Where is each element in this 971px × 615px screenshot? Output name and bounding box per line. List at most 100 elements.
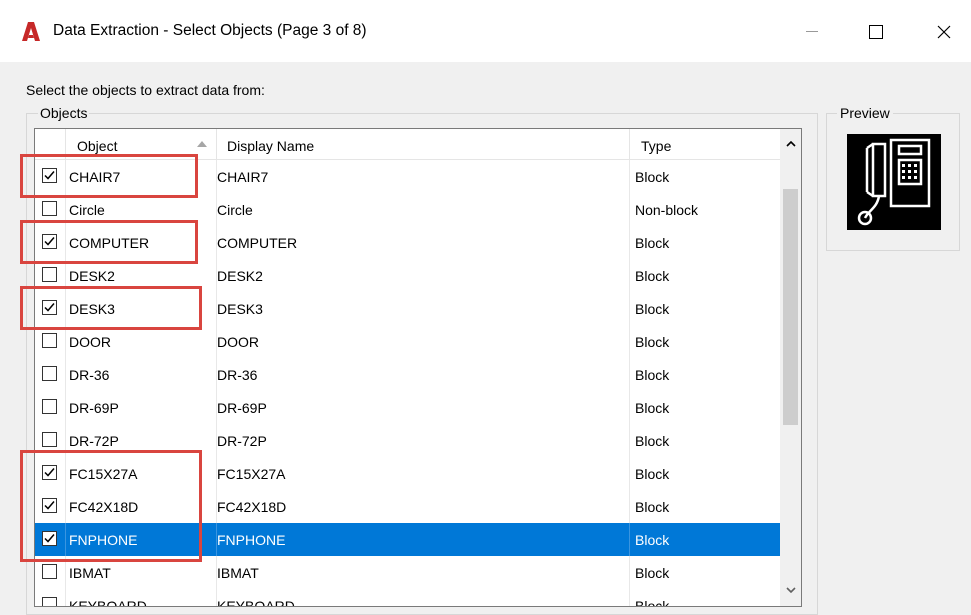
cell-object: FNPHONE bbox=[69, 532, 138, 548]
vertical-scrollbar[interactable] bbox=[780, 129, 801, 606]
column-divider bbox=[65, 226, 66, 259]
column-header-type[interactable]: Type bbox=[641, 129, 671, 159]
table-row[interactable]: FNPHONE FNPHONE Block bbox=[35, 523, 780, 556]
row-checkbox[interactable] bbox=[42, 465, 57, 480]
minimize-button[interactable] bbox=[792, 14, 832, 50]
column-header-display-name[interactable]: Display Name bbox=[227, 129, 314, 159]
table-row[interactable]: Circle Circle Non-block bbox=[35, 193, 780, 226]
column-divider bbox=[65, 556, 66, 589]
table-row[interactable]: DR-69P DR-69P Block bbox=[35, 391, 780, 424]
objects-group-label: Objects bbox=[38, 105, 90, 121]
cell-display-name: COMPUTER bbox=[217, 235, 298, 251]
column-divider bbox=[65, 391, 66, 424]
cell-object: KEYBOARD bbox=[69, 598, 147, 607]
column-divider bbox=[629, 193, 630, 226]
column-divider bbox=[65, 193, 66, 226]
cell-object: DR-36 bbox=[69, 367, 110, 383]
checkmark-icon bbox=[44, 303, 55, 312]
table-row[interactable]: FC15X27A FC15X27A Block bbox=[35, 457, 780, 490]
scroll-down-button[interactable] bbox=[780, 575, 801, 605]
column-divider bbox=[65, 589, 66, 606]
row-checkbox[interactable] bbox=[42, 432, 57, 447]
objects-list[interactable]: Object Display Name Type CHAIR7 CHAIR7 Blo… bbox=[34, 128, 802, 607]
table-row[interactable]: IBMAT IBMAT Block bbox=[35, 556, 780, 589]
row-checkbox[interactable] bbox=[42, 300, 57, 315]
table-row[interactable]: DESK2 DESK2 Block bbox=[35, 259, 780, 292]
row-checkbox[interactable] bbox=[42, 333, 57, 348]
close-button[interactable] bbox=[924, 14, 964, 50]
cell-object: DR-72P bbox=[69, 433, 119, 449]
cell-display-name: CHAIR7 bbox=[217, 169, 269, 185]
instruction-text: Select the objects to extract data from: bbox=[26, 82, 265, 98]
table-row[interactable]: CHAIR7 CHAIR7 Block bbox=[35, 160, 780, 193]
row-checkbox[interactable] bbox=[42, 531, 57, 546]
cell-display-name: KEYBOARD bbox=[217, 598, 295, 607]
row-checkbox[interactable] bbox=[42, 597, 57, 606]
row-checkbox[interactable] bbox=[42, 399, 57, 414]
scroll-thumb[interactable] bbox=[783, 189, 798, 425]
cell-object: COMPUTER bbox=[69, 235, 150, 251]
preview-group-label: Preview bbox=[837, 105, 893, 121]
row-checkbox[interactable] bbox=[42, 366, 57, 381]
cell-display-name: DESK2 bbox=[217, 268, 263, 284]
column-header-object[interactable]: Object bbox=[77, 129, 117, 159]
table-row[interactable]: COMPUTER COMPUTER Block bbox=[35, 226, 780, 259]
table-row[interactable]: KEYBOARD KEYBOARD Block bbox=[35, 589, 780, 607]
chevron-up-icon bbox=[785, 141, 796, 147]
cell-type: Block bbox=[635, 367, 670, 383]
table-row[interactable]: DESK3 DESK3 Block bbox=[35, 292, 780, 325]
cell-display-name: DR-72P bbox=[217, 433, 267, 449]
row-checkbox[interactable] bbox=[42, 498, 57, 513]
cell-object: FC42X18D bbox=[69, 499, 139, 515]
cell-display-name: FC42X18D bbox=[217, 499, 287, 515]
cell-object: DESK3 bbox=[69, 301, 115, 317]
cell-type: Block bbox=[635, 433, 670, 449]
cell-type: Block bbox=[635, 268, 670, 284]
column-divider bbox=[629, 424, 630, 457]
column-divider bbox=[65, 424, 66, 457]
cell-object: DOOR bbox=[69, 334, 111, 350]
column-divider bbox=[629, 259, 630, 292]
table-row[interactable]: DR-36 DR-36 Block bbox=[35, 358, 780, 391]
column-divider bbox=[629, 490, 630, 523]
column-divider bbox=[629, 358, 630, 391]
column-divider bbox=[629, 292, 630, 325]
scroll-up-button[interactable] bbox=[780, 129, 801, 159]
close-icon bbox=[937, 25, 951, 39]
cell-object: Circle bbox=[69, 202, 105, 218]
autocad-logo-icon bbox=[22, 22, 40, 41]
cell-object: IBMAT bbox=[69, 565, 111, 581]
cell-type: Block bbox=[635, 499, 670, 515]
column-divider bbox=[629, 391, 630, 424]
cell-display-name: Circle bbox=[217, 202, 253, 218]
title-bar: Data Extraction - Select Objects (Page 3… bbox=[0, 0, 971, 62]
cell-type: Block bbox=[635, 466, 670, 482]
column-divider bbox=[65, 160, 66, 193]
table-row[interactable]: FC42X18D FC42X18D Block bbox=[35, 490, 780, 523]
column-divider bbox=[629, 589, 630, 606]
column-divider bbox=[65, 259, 66, 292]
cell-type: Block bbox=[635, 598, 670, 607]
table-row[interactable]: DOOR DOOR Block bbox=[35, 325, 780, 358]
row-checkbox[interactable] bbox=[42, 201, 57, 216]
table-row[interactable]: DR-72P DR-72P Block bbox=[35, 424, 780, 457]
cell-type: Block bbox=[635, 400, 670, 416]
chevron-down-icon bbox=[785, 587, 796, 593]
row-checkbox[interactable] bbox=[42, 168, 57, 183]
maximize-button[interactable] bbox=[856, 14, 896, 50]
column-divider bbox=[65, 358, 66, 391]
row-checkbox[interactable] bbox=[42, 234, 57, 249]
cell-object: CHAIR7 bbox=[69, 169, 121, 185]
cell-display-name: FNPHONE bbox=[217, 532, 286, 548]
cell-type: Non-block bbox=[635, 202, 699, 218]
cell-type: Block bbox=[635, 565, 670, 581]
cell-type: Block bbox=[635, 334, 670, 350]
checkmark-icon bbox=[44, 171, 55, 180]
cell-type: Block bbox=[635, 532, 670, 548]
preview-image bbox=[847, 134, 941, 230]
cell-type: Block bbox=[635, 235, 670, 251]
row-checkbox[interactable] bbox=[42, 267, 57, 282]
row-checkbox[interactable] bbox=[42, 564, 57, 579]
cell-display-name: DR-69P bbox=[217, 400, 267, 416]
column-divider bbox=[629, 556, 630, 589]
